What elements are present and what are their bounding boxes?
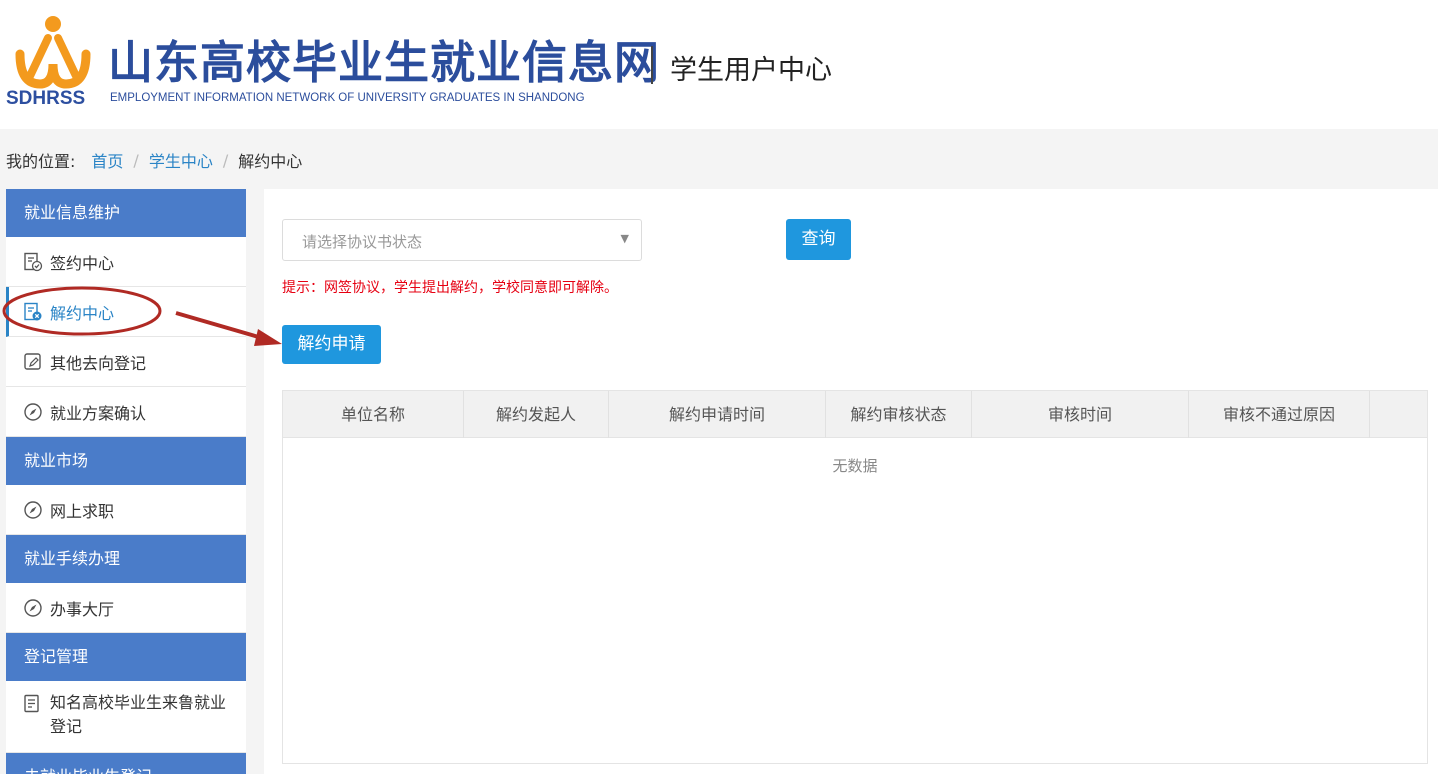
page-title: 学生用户中心: [670, 55, 832, 86]
breadcrumb: 我的位置: 首页 / 学生中心 / 解约中心: [6, 148, 303, 172]
sidebar-item-cancel-center[interactable]: 解约中心: [6, 287, 246, 337]
sidebar-item-online-job[interactable]: 网上求职: [6, 485, 246, 535]
sidebar-group-registration[interactable]: 登记管理: [6, 633, 246, 681]
column-header-apply-time: 解约申请时间: [609, 391, 826, 438]
column-header-initiator: 解约发起人: [464, 391, 609, 438]
sidebar-item-sign-center[interactable]: 签约中心: [6, 237, 246, 287]
form-doc-icon: [22, 693, 44, 715]
select-placeholder: 请选择协议书状态: [302, 233, 423, 251]
compass-icon: [22, 597, 44, 619]
sidebar-item-label: 签约中心: [50, 253, 115, 273]
cancel-doc-icon: [22, 301, 44, 323]
column-header-actions: [1370, 391, 1427, 438]
column-header-review-status: 解约审核状态: [826, 391, 972, 438]
sidebar-item-label: 就业方案确认: [50, 403, 147, 423]
sidebar-item-other-destination[interactable]: 其他去向登记: [6, 337, 246, 387]
tip-text: 提示：网签协议，学生提出解约，学校同意即可解除。: [282, 280, 618, 296]
sidebar: 就业信息维护 签约中心 解约中心 其他去向登记 就业方案确认 就业市场 网上求职…: [6, 189, 246, 774]
logo-abbreviation: SDHRSS: [6, 88, 86, 109]
sidebar-group-employment-info[interactable]: 就业信息维护: [6, 189, 246, 237]
sidebar-item-label: 解约中心: [50, 303, 115, 323]
edit-register-icon: [22, 351, 44, 373]
compass-icon: [22, 499, 44, 521]
sdhrss-logo-icon[interactable]: [10, 14, 96, 92]
cancel-records-table: 单位名称 解约发起人 解约申请时间 解约审核状态 审核时间 审核不通过原因 无数…: [282, 390, 1428, 764]
site-header: SDHRSS 山东高校毕业生就业信息网 EMPLOYMENT INFORMATI…: [0, 0, 1438, 129]
breadcrumb-label: 我的位置:: [6, 152, 76, 171]
sidebar-item-label: 网上求职: [50, 501, 115, 521]
sidebar-item-plan-confirm[interactable]: 就业方案确认: [6, 387, 246, 437]
site-title[interactable]: 山东高校毕业生就业信息网: [108, 26, 660, 91]
title-divider: [651, 46, 653, 84]
sidebar-item-label: 其他去向登记: [50, 353, 147, 373]
caret-down-icon: ▼: [620, 232, 629, 245]
sidebar-group-job-market[interactable]: 就业市场: [6, 437, 246, 485]
breadcrumb-home-link[interactable]: 首页: [91, 148, 123, 172]
breadcrumb-current: 解约中心: [238, 152, 303, 171]
agreement-status-select[interactable]: 请选择协议书状态 ▼: [282, 219, 642, 261]
sidebar-item-service-hall[interactable]: 办事大厅: [6, 583, 246, 633]
site-subtitle: EMPLOYMENT INFORMATION NETWORK OF UNIVER…: [110, 92, 585, 104]
main-panel: 请选择协议书状态 ▼ 查询 提示：网签协议，学生提出解约，学校同意即可解除。 解…: [264, 189, 1438, 774]
query-button[interactable]: 查询: [786, 219, 851, 260]
column-header-review-time: 审核时间: [972, 391, 1189, 438]
column-header-reject-reason: 审核不通过原因: [1189, 391, 1370, 438]
empty-state-text: 无数据: [832, 457, 878, 475]
contract-doc-icon: [22, 251, 44, 273]
breadcrumb-separator: /: [222, 150, 229, 170]
cancel-application-button[interactable]: 解约申请: [282, 325, 381, 364]
sidebar-item-label: 知名高校毕业生来鲁就业登记: [50, 693, 227, 736]
sidebar-item-label: 办事大厅: [50, 599, 115, 619]
breadcrumb-separator: /: [133, 150, 139, 170]
sidebar-item-famous-graduates[interactable]: 知名高校毕业生来鲁就业登记: [6, 681, 246, 753]
sidebar-group-procedures[interactable]: 就业手续办理: [6, 535, 246, 583]
sidebar-group-unemployed[interactable]: 未就业毕业生登记: [6, 753, 246, 774]
table-header: 单位名称 解约发起人 解约申请时间 解约审核状态 审核时间 审核不通过原因: [283, 391, 1427, 438]
column-header-company: 单位名称: [283, 391, 464, 438]
breadcrumb-student-center-link[interactable]: 学生中心: [149, 148, 213, 172]
compass-icon: [22, 401, 44, 423]
